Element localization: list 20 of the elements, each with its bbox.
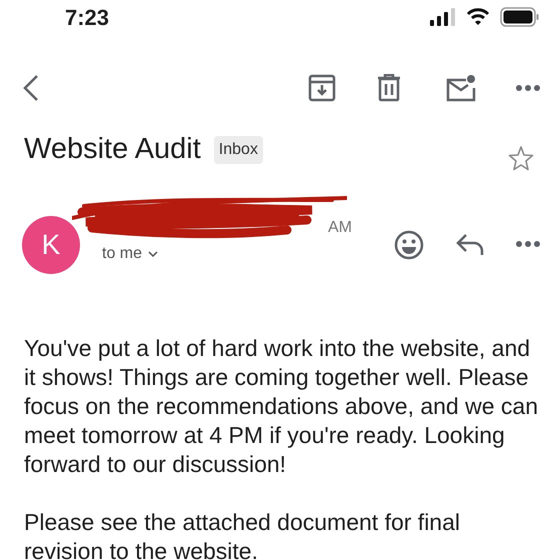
message-paragraph: Please see the attached document for final revision to the website.	[24, 508, 462, 560]
chevron-down-icon	[148, 251, 158, 257]
signal-icon	[430, 8, 456, 26]
email-subject: Website Audit	[24, 132, 201, 168]
message-paragraph: You've put a lot of hard work into the website, and it shows! Things are coming together well. Please focus on the recommendations above, and we can meet tomorrow at 4 PM if you're ready. Looking forward to our discussion!	[24, 334, 539, 479]
recipient-toggle[interactable]: to me	[102, 242, 352, 266]
mark-unread-button[interactable]	[446, 74, 476, 102]
sender-avatar: K	[22, 216, 80, 274]
battery-icon	[500, 7, 540, 27]
delete-button[interactable]	[377, 74, 403, 102]
time-fragment: AM	[328, 218, 352, 238]
archive-button[interactable]	[308, 74, 336, 102]
more-button[interactable]	[516, 84, 540, 92]
star-button[interactable]	[508, 145, 534, 171]
react-button[interactable]	[394, 230, 424, 260]
status-time: 7:23	[65, 4, 110, 32]
inbox-label[interactable]: Inbox	[214, 136, 263, 164]
more-button[interactable]	[516, 240, 540, 248]
reply-button[interactable]	[456, 233, 484, 257]
wifi-icon	[466, 8, 490, 26]
